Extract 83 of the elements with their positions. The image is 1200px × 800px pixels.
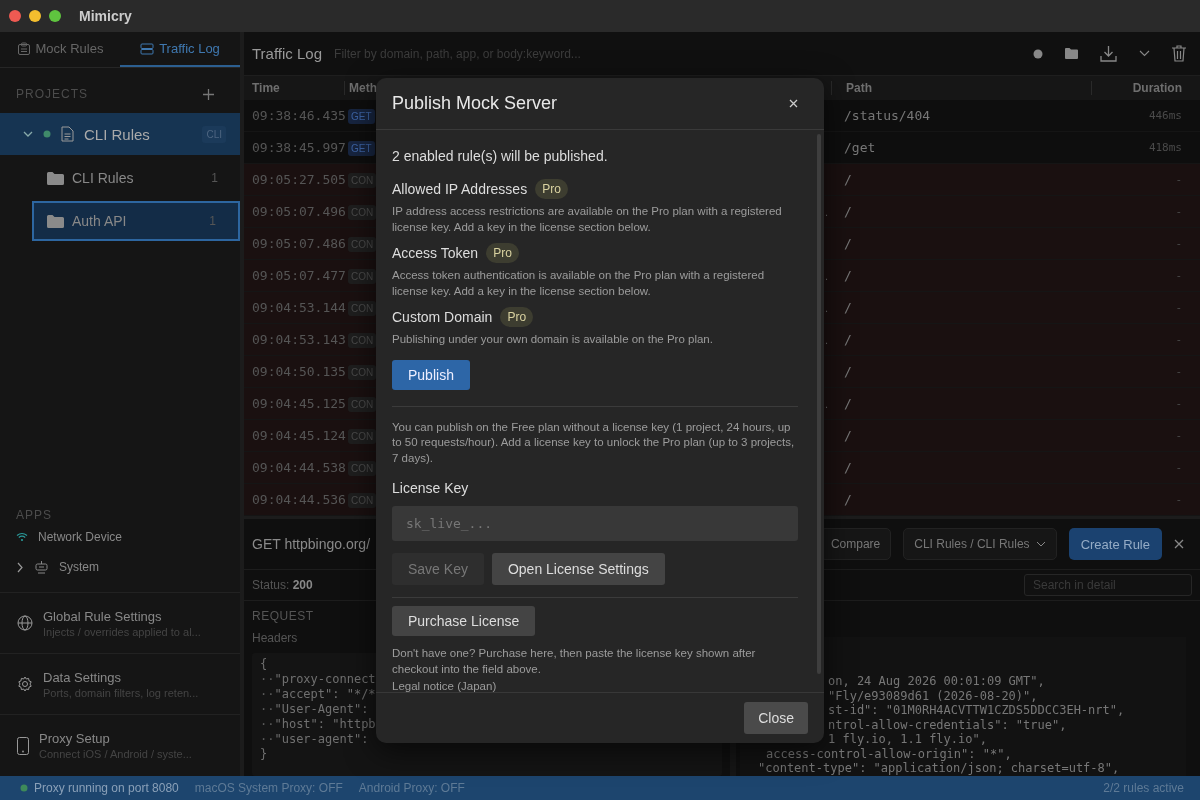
duration-cell-text: - [1174, 461, 1183, 474]
duration-cell-text: - [1174, 333, 1183, 346]
indent-marker: ·· [260, 702, 275, 716]
folder-name: CLI Rules [72, 170, 135, 186]
feature-title: Custom Domain [392, 309, 493, 325]
path-cell-text: / [843, 428, 853, 443]
settings-title: Data Settings [43, 669, 123, 685]
dialog-title: Publish Mock Server [392, 93, 558, 114]
feature-description: Access token authentication is available on the Pro plan with a registered license key. Add a key in the license section below. [392, 268, 766, 299]
path-cell-text: /status/404 [843, 108, 932, 123]
summary-text: 2 enabled rule(s) will be published. [392, 148, 608, 164]
status-text: macOS System Proxy: OFF [194, 781, 343, 795]
time-cell-text: 09:04:50.135 [251, 364, 344, 379]
project-name: CLI Rules [84, 125, 151, 143]
time-cell-text: 09:04:44.538 [251, 460, 344, 475]
status-text: 2/2 rules active [1103, 781, 1184, 795]
window-title: Mimicry [79, 8, 132, 24]
path-cell-text: / [843, 268, 853, 283]
duration-cell-text: - [1174, 173, 1183, 186]
time-cell-text: 09:04:45.124 [251, 428, 344, 443]
table-cell-text: .. [821, 205, 829, 218]
path-cell-text: / [843, 396, 853, 411]
duration-cell-text: - [1174, 205, 1183, 218]
duration-cell-text: - [1174, 429, 1183, 442]
panel-title: Traffic Log [252, 45, 323, 62]
time-cell-text: 09:04:45.125 [251, 396, 344, 411]
duration-cell-text: - [1174, 397, 1183, 410]
feature-title: Access Token [392, 245, 479, 261]
table-cell-text: .. [821, 301, 829, 314]
section-heading: REQUEST [252, 609, 314, 623]
time-cell-text: 09:38:46.435 [251, 108, 344, 123]
field-label: License Key [392, 480, 469, 497]
settings-title: Global Rule Settings [43, 608, 163, 624]
status-text: Android Proxy: OFF [358, 781, 465, 795]
indent-marker: ·· [260, 672, 275, 686]
time-cell-text: 09:04:53.143 [251, 332, 344, 347]
status-text: Proxy running on port 8080 [34, 781, 179, 795]
rule-count: 1 [209, 214, 216, 228]
time-cell-text: 09:38:45.997 [251, 140, 344, 155]
plan-badge: Pro [486, 243, 519, 263]
path-cell-text: / [843, 364, 853, 379]
method-badge: GET [348, 108, 375, 124]
plan-badge: Pro [535, 179, 568, 199]
settings-title: Proxy Setup [39, 731, 111, 746]
indent-marker: ·· [260, 717, 275, 731]
path-cell-text: / [843, 332, 853, 347]
time-cell-text: 09:04:44.536 [251, 492, 344, 507]
plan-note: You can publish on the Free plan without a license key (1 project, 24 hours, up to 50 requests/hour). Add a license key to unlock the Pro plan (up to 3 projects, 7 days). [392, 419, 796, 466]
time-cell-text: 09:05:07.496 [251, 204, 344, 219]
plan-badge: Pro [500, 307, 534, 327]
indent-marker: ·· [260, 687, 275, 701]
method-badge: GET [348, 140, 375, 156]
indent-marker: ·· [260, 732, 275, 746]
status-text: Status: 200 [252, 578, 313, 592]
app-name: Network Device [38, 530, 123, 544]
rule-count: 1 [211, 171, 218, 185]
request-title: GET httpbingo.org/ [252, 536, 371, 552]
duration-cell-text: - [1174, 237, 1183, 250]
path-cell-text: / [843, 300, 853, 315]
duration-cell-text: 418ms [1147, 141, 1183, 154]
table-cell-text: .. [821, 269, 829, 282]
table-cell-text: .. [821, 333, 829, 346]
duration-cell-text: - [1174, 365, 1183, 378]
app-name: System [59, 560, 99, 574]
path-cell-text: / [843, 236, 853, 251]
folder-name: Auth API [72, 213, 128, 229]
duration-cell-text: 446ms [1147, 109, 1183, 122]
time-cell-text: 09:05:07.486 [251, 236, 344, 251]
time-cell-text: 09:04:53.144 [251, 300, 344, 315]
feature-title: Allowed IP Addresses [392, 181, 528, 197]
path-cell-text: / [843, 172, 853, 187]
duration-cell-text: - [1174, 269, 1183, 282]
section-heading: Headers [252, 631, 298, 645]
path-cell-text: / [843, 204, 853, 219]
time-cell-text: 09:05:27.505 [251, 172, 344, 187]
path-cell-text: / [843, 460, 853, 475]
duration-cell-text: - [1174, 301, 1183, 314]
feature-description: Publishing under your own domain is available on the Pro plan. [392, 332, 713, 347]
duration-cell-text: - [1174, 493, 1183, 506]
time-cell-text: 09:05:07.477 [251, 268, 344, 283]
path-cell-text: / [843, 492, 853, 507]
table-cell-text: .. [821, 397, 829, 410]
path-cell-text: /get [843, 140, 877, 155]
